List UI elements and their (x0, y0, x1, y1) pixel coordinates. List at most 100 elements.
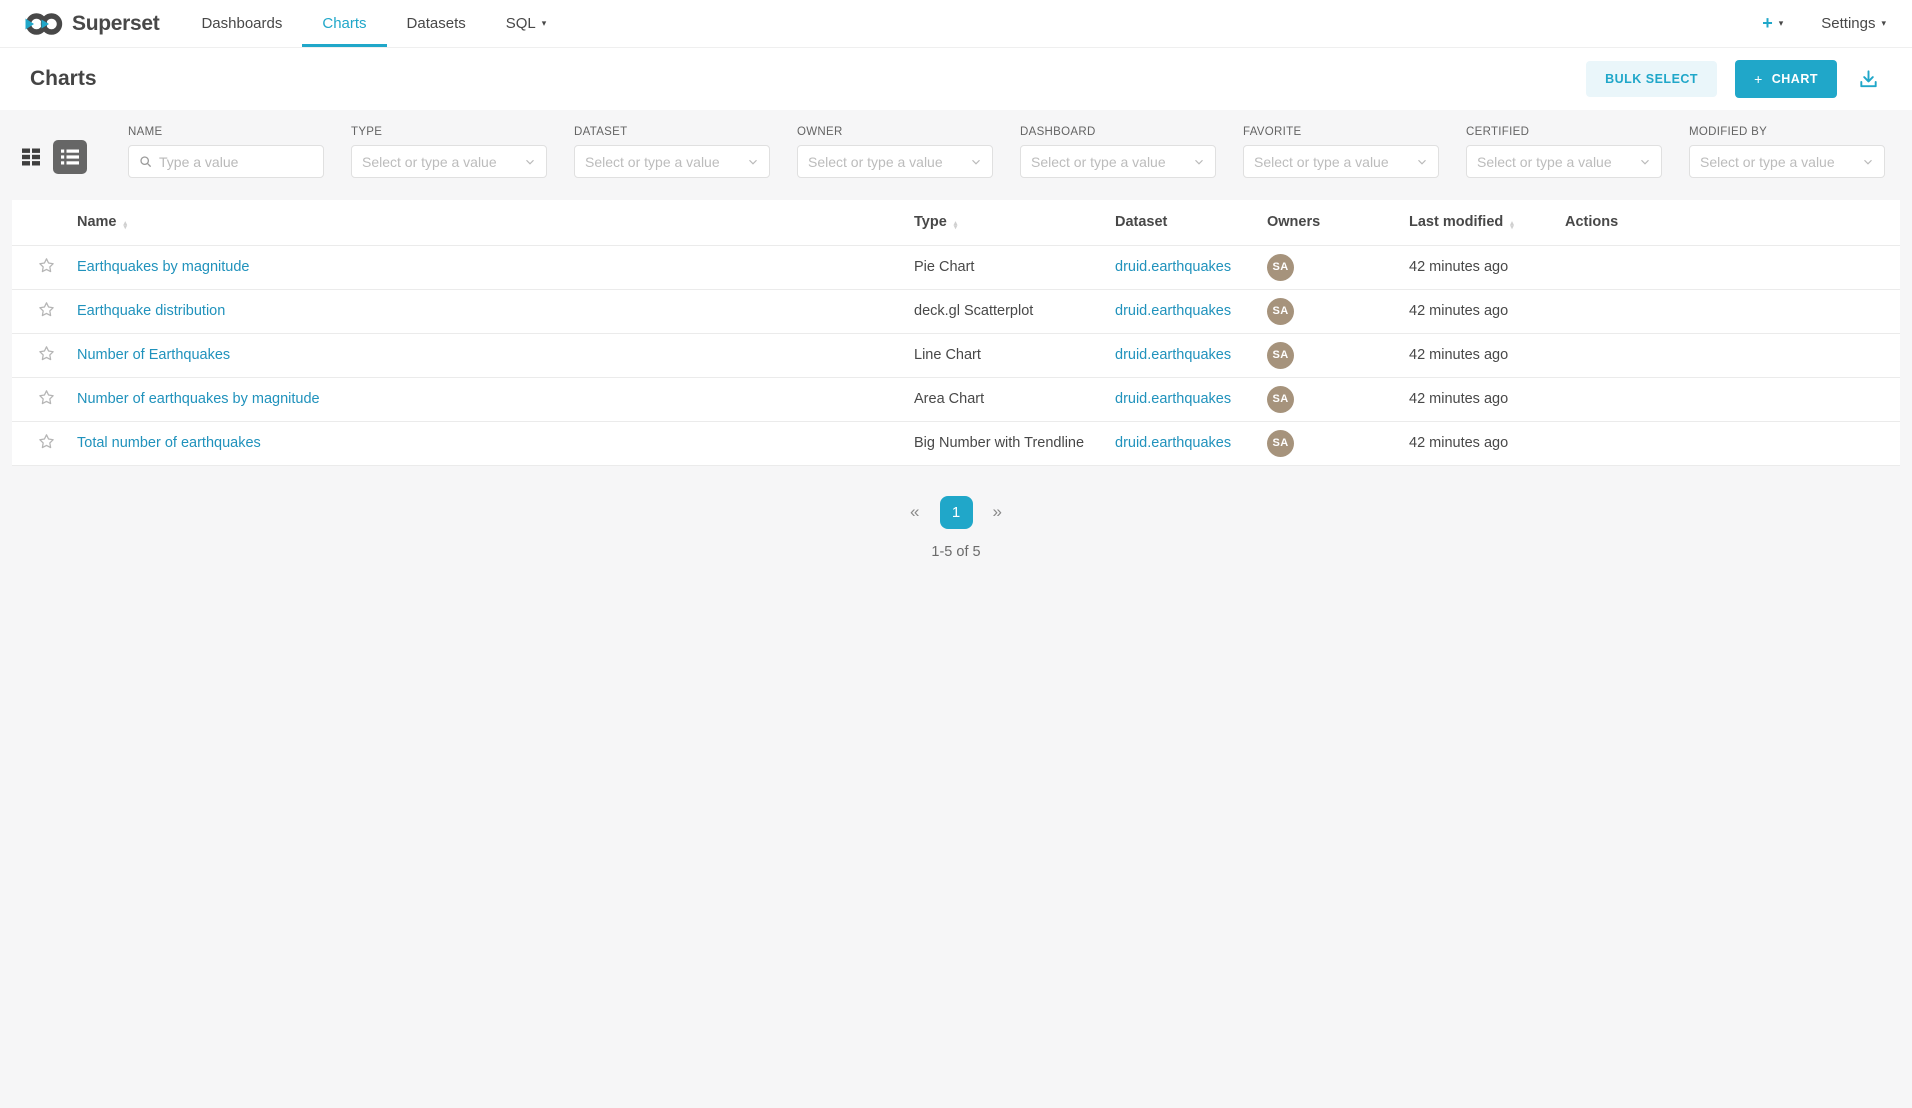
page-1-button[interactable]: 1 (940, 496, 973, 529)
chart-name-link[interactable]: Number of Earthquakes (77, 347, 230, 363)
column-label: Name (77, 214, 117, 230)
superset-logo[interactable]: Superset (24, 0, 159, 47)
previous-page-button[interactable]: « (900, 498, 929, 526)
dataset-link[interactable]: druid.earthquakes (1115, 303, 1231, 319)
select-placeholder: Select or type a value (1700, 154, 1835, 170)
chart-type: Area Chart (902, 377, 1103, 421)
filters: NAME TYPE Select or type a value DATASE (128, 126, 1885, 178)
table-row: Number of Earthquakes Line Chart druid.e… (12, 333, 1900, 377)
name-filter-box (128, 145, 324, 178)
new-item-dropdown[interactable]: + ▾ (1762, 13, 1783, 34)
settings-menu[interactable]: Settings ▾ (1821, 15, 1886, 32)
column-header-dataset: Dataset (1103, 200, 1255, 245)
dashboard-filter-select[interactable]: Select or type a value (1020, 145, 1216, 178)
plus-icon: + (1754, 71, 1763, 87)
nav-item-datasets[interactable]: Datasets (387, 0, 486, 47)
list-view-toggle[interactable] (53, 140, 87, 174)
search-icon (139, 155, 152, 168)
card-view-toggle[interactable] (20, 146, 42, 168)
select-placeholder: Select or type a value (808, 154, 943, 170)
chart-type: Big Number with Trendline (902, 421, 1103, 465)
chart-type: Line Chart (902, 333, 1103, 377)
favorite-star-icon[interactable] (38, 433, 55, 450)
favorite-filter-select[interactable]: Select or type a value (1243, 145, 1439, 178)
chart-name-link[interactable]: Number of earthquakes by magnitude (77, 391, 320, 407)
owner-avatar: SA (1267, 386, 1294, 413)
owner-avatar: SA (1267, 342, 1294, 369)
column-label: Dataset (1115, 214, 1167, 230)
next-page-button[interactable]: » (983, 498, 1012, 526)
sort-icon: ▴▾ (124, 222, 128, 231)
import-charts-button[interactable] (1855, 66, 1882, 93)
filter-label: MODIFIED BY (1689, 126, 1885, 138)
row-actions (1553, 421, 1900, 465)
top-nav: Superset Dashboards Charts Datasets SQL … (0, 0, 1912, 48)
dataset-link[interactable]: druid.earthquakes (1115, 391, 1231, 407)
filter-dataset: DATASET Select or type a value (574, 126, 770, 178)
add-chart-button[interactable]: + CHART (1735, 60, 1837, 98)
dataset-link[interactable]: druid.earthquakes (1115, 347, 1231, 363)
select-placeholder: Select or type a value (1254, 154, 1389, 170)
header-actions: BULK SELECT + CHART (1586, 60, 1882, 98)
table-header-row: Name▴▾ Type▴▾ Dataset Owners Last modifi… (12, 200, 1900, 245)
table-row: Earthquakes by magnitude Pie Chart druid… (12, 245, 1900, 289)
nav-sql-label: SQL (506, 15, 536, 32)
chart-type: deck.gl Scatterplot (902, 289, 1103, 333)
certified-filter-select[interactable]: Select or type a value (1466, 145, 1662, 178)
filter-owner: OWNER Select or type a value (797, 126, 993, 178)
last-modified: 42 minutes ago (1397, 377, 1553, 421)
nav-item-charts[interactable]: Charts (302, 0, 386, 47)
filter-modified-by: MODIFIED BY Select or type a value (1689, 126, 1885, 178)
column-label: Last modified (1409, 214, 1503, 230)
filter-dashboard: DASHBOARD Select or type a value (1020, 126, 1216, 178)
column-header-last-modified[interactable]: Last modified▴▾ (1397, 200, 1553, 245)
last-modified: 42 minutes ago (1397, 421, 1553, 465)
settings-label: Settings (1821, 15, 1875, 32)
filter-name: NAME (128, 126, 324, 178)
main-menu: Dashboards Charts Datasets SQL ▾ (181, 0, 566, 47)
favorite-column-header (12, 200, 65, 245)
name-filter-input[interactable] (159, 154, 313, 170)
filter-certified: CERTIFIED Select or type a value (1466, 126, 1662, 178)
nav-right: + ▾ Settings ▾ (1762, 0, 1886, 47)
chevron-down-icon (970, 156, 982, 168)
nav-item-dashboards[interactable]: Dashboards (181, 0, 302, 47)
owner-avatar: SA (1267, 430, 1294, 457)
dataset-link[interactable]: druid.earthquakes (1115, 259, 1231, 275)
filter-label: FAVORITE (1243, 126, 1439, 138)
chevron-down-icon: ▾ (1779, 18, 1784, 29)
last-modified: 42 minutes ago (1397, 333, 1553, 377)
chart-name-link[interactable]: Total number of earthquakes (77, 435, 261, 451)
chart-name-link[interactable]: Earthquakes by magnitude (77, 259, 250, 275)
grid-view-icon (20, 146, 42, 168)
modified-by-filter-select[interactable]: Select or type a value (1689, 145, 1885, 178)
table-row: Number of earthquakes by magnitude Area … (12, 377, 1900, 421)
row-actions (1553, 377, 1900, 421)
charts-table: Name▴▾ Type▴▾ Dataset Owners Last modifi… (12, 200, 1900, 466)
dataset-filter-select[interactable]: Select or type a value (574, 145, 770, 178)
owner-filter-select[interactable]: Select or type a value (797, 145, 993, 178)
favorite-star-icon[interactable] (38, 301, 55, 318)
chevron-down-icon (524, 156, 536, 168)
chevron-down-icon (747, 156, 759, 168)
favorite-star-icon[interactable] (38, 345, 55, 362)
row-actions (1553, 245, 1900, 289)
favorite-star-icon[interactable] (38, 257, 55, 274)
chart-type: Pie Chart (902, 245, 1103, 289)
column-header-name[interactable]: Name ▴▾ (65, 200, 902, 245)
pagination-summary: 1-5 of 5 (0, 544, 1912, 560)
filter-label: NAME (128, 126, 324, 138)
charts-table-card: Name▴▾ Type▴▾ Dataset Owners Last modifi… (12, 200, 1900, 466)
bulk-select-button[interactable]: BULK SELECT (1586, 61, 1717, 97)
column-header-type[interactable]: Type▴▾ (902, 200, 1103, 245)
favorite-star-icon[interactable] (38, 389, 55, 406)
type-filter-select[interactable]: Select or type a value (351, 145, 547, 178)
nav-item-sql[interactable]: SQL ▾ (486, 0, 567, 47)
sort-icon: ▴▾ (954, 222, 958, 231)
dataset-link[interactable]: druid.earthquakes (1115, 435, 1231, 451)
chevron-down-icon: ▾ (542, 18, 547, 29)
chevron-down-icon (1416, 156, 1428, 168)
chart-name-link[interactable]: Earthquake distribution (77, 303, 225, 319)
view-toggles (20, 140, 87, 174)
select-placeholder: Select or type a value (1477, 154, 1612, 170)
